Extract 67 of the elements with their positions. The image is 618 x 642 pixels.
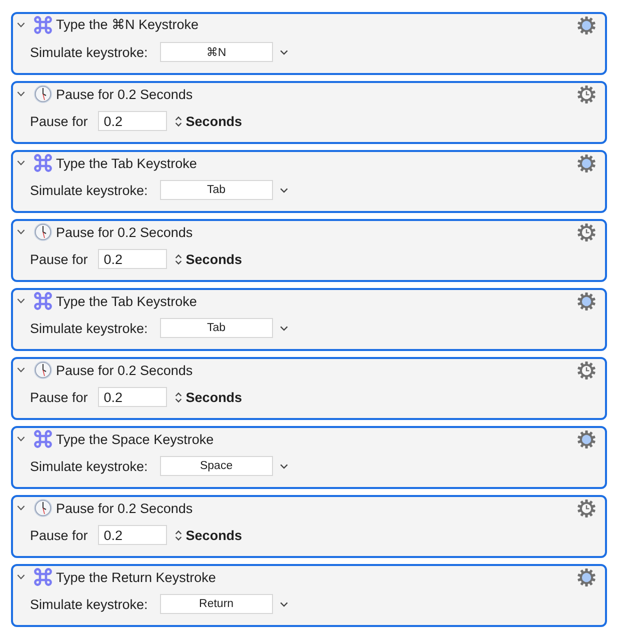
command-icon <box>33 153 53 173</box>
caret-icon[interactable] <box>280 464 288 468</box>
keystroke-popup[interactable]: Return <box>160 594 273 614</box>
action-title: Pause for 0.2 Seconds <box>56 224 193 240</box>
disclosure-chevron-icon[interactable] <box>17 298 25 304</box>
action-title: Type the ⌘N Keystroke <box>56 17 199 33</box>
disclosure-chevron-icon[interactable] <box>17 436 25 442</box>
stepper-icon[interactable] <box>174 254 182 264</box>
duration-field[interactable]: 0.2 <box>98 111 167 131</box>
keystroke-popup[interactable]: ⌘N <box>160 42 273 62</box>
clock-icon <box>33 360 53 380</box>
command-icon <box>33 567 53 587</box>
disclosure-chevron-icon[interactable] <box>17 505 25 511</box>
duration-field[interactable]: 0.2 <box>98 525 167 545</box>
action-title: Type the Space Keystroke <box>56 432 214 446</box>
disclosure-chevron-icon[interactable] <box>17 574 25 580</box>
caret-icon[interactable] <box>280 50 288 54</box>
duration-field[interactable]: 0.2 <box>98 249 167 269</box>
gear-clock-icon[interactable] <box>577 84 596 104</box>
field-label: Pause for <box>30 528 88 542</box>
field-label: Simulate keystroke: <box>30 596 148 612</box>
caret-icon[interactable] <box>280 188 288 192</box>
disclosure-chevron-icon[interactable] <box>17 160 25 166</box>
gear-icon[interactable] <box>577 16 596 34</box>
disclosure-chevron-icon[interactable] <box>17 229 25 235</box>
caret-icon[interactable] <box>280 602 288 606</box>
gear-icon[interactable] <box>577 154 596 172</box>
stepper-icon[interactable] <box>174 116 182 126</box>
field-label: Pause for <box>30 390 88 404</box>
field-label: Simulate keystroke: <box>30 182 148 198</box>
field-label: Simulate keystroke: <box>30 44 148 60</box>
disclosure-chevron-icon[interactable] <box>17 367 25 373</box>
clock-icon <box>33 84 53 104</box>
unit-label: Seconds <box>186 252 242 266</box>
stepper-icon[interactable] <box>174 530 182 540</box>
field-label: Pause for <box>30 114 88 128</box>
action-title: Type the Return Keystroke <box>56 570 216 584</box>
action-title: Type the Tab Keystroke <box>56 156 197 170</box>
field-label: Simulate keystroke: <box>30 320 148 336</box>
field-label: Pause for <box>30 252 88 266</box>
action-title: Pause for 0.2 Seconds <box>56 362 193 378</box>
gear-clock-icon[interactable] <box>577 222 596 242</box>
field-label: Simulate keystroke: <box>30 458 148 474</box>
gear-clock-icon[interactable] <box>577 360 596 380</box>
duration-field[interactable]: 0.2 <box>98 387 167 407</box>
unit-label: Seconds <box>186 390 242 404</box>
keystroke-popup[interactable]: Tab <box>160 180 273 200</box>
clock-icon <box>33 498 53 518</box>
gear-icon[interactable] <box>577 430 596 448</box>
action-title: Pause for 0.2 Seconds <box>56 500 193 516</box>
gear-clock-icon[interactable] <box>577 498 596 518</box>
disclosure-chevron-icon[interactable] <box>17 91 25 97</box>
gear-icon[interactable] <box>577 568 596 586</box>
unit-label: Seconds <box>186 114 242 128</box>
action-title: Pause for 0.2 Seconds <box>56 86 193 102</box>
keystroke-popup[interactable]: Space <box>160 456 273 476</box>
disclosure-chevron-icon[interactable] <box>17 22 25 28</box>
gear-icon[interactable] <box>577 292 596 310</box>
command-icon <box>33 429 53 449</box>
command-icon <box>33 291 53 311</box>
unit-label: Seconds <box>186 528 242 542</box>
stepper-icon[interactable] <box>174 392 182 402</box>
caret-icon[interactable] <box>280 326 288 330</box>
clock-icon <box>33 222 53 242</box>
command-icon <box>33 15 53 35</box>
keystroke-popup[interactable]: Tab <box>160 318 273 338</box>
action-title: Type the Tab Keystroke <box>56 294 197 308</box>
